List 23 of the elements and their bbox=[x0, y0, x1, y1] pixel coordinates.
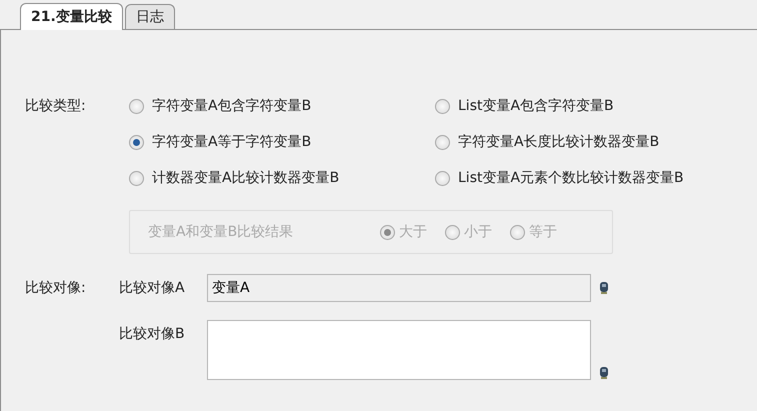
radio-label[interactable]: List变量A包含字符变量B bbox=[458, 96, 614, 116]
radio-label[interactable]: 计数器变量A比较计数器变量B bbox=[152, 168, 340, 188]
radio-label[interactable]: 字符变量A包含字符变量B bbox=[152, 96, 312, 116]
radio-button[interactable] bbox=[129, 170, 144, 186]
field-label: 比较对像B bbox=[119, 325, 186, 344]
radio-button[interactable] bbox=[129, 134, 144, 150]
radio-label[interactable]: 字符变量A长度比较计数器变量B bbox=[458, 132, 660, 152]
radio-label[interactable]: List变量A元素个数比较计数器变量B bbox=[458, 168, 684, 188]
radio-button[interactable] bbox=[435, 98, 450, 114]
tab[interactable]: 日志 bbox=[124, 4, 175, 29]
variable-picker-icon[interactable] bbox=[599, 281, 609, 295]
radio-button[interactable] bbox=[129, 98, 144, 114]
group-label: 变量A和变量B比较结果 bbox=[148, 222, 294, 242]
tab[interactable]: 21.变量比较 bbox=[20, 3, 123, 30]
field-label: 比较类型: bbox=[25, 97, 87, 116]
radio-button[interactable] bbox=[435, 170, 450, 186]
radio-button[interactable] bbox=[435, 134, 450, 150]
text-area[interactable] bbox=[207, 320, 591, 380]
input-field[interactable]: 变量A bbox=[207, 274, 591, 302]
field-label: 比较对像: bbox=[25, 279, 87, 298]
field-label: 比较对像A bbox=[119, 279, 186, 298]
radio-label[interactable]: 字符变量A等于字符变量B bbox=[152, 132, 312, 152]
variable-picker-icon[interactable] bbox=[599, 366, 609, 380]
